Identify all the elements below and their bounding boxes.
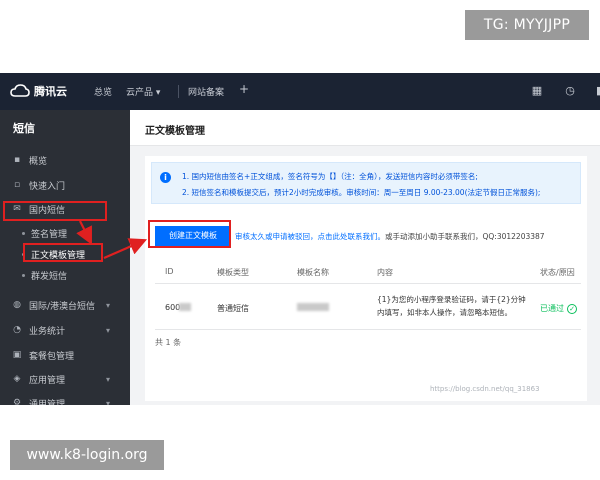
column-header-content: 内容 <box>377 268 393 277</box>
sidebar-item-packages[interactable]: ▣ 套餐包管理 <box>0 343 130 367</box>
chevron-down-icon: ▾ <box>105 374 110 384</box>
book-icon: ▫ <box>13 180 21 190</box>
notice-line-2: 2. 短信签名和模板提交后，预计2小时完成审核。审核时间：周一至周日 9.00-… <box>182 188 541 197</box>
source-watermark: https://blog.csdn.net/qq_31863 <box>430 385 540 393</box>
column-header-status: 状态/原因 <box>540 268 575 277</box>
settings-icon: ⚙ <box>12 398 22 405</box>
sidebar-item-label: 国际/港澳台短信 <box>29 301 96 312</box>
sidebar-item-label: 通用管理 <box>29 399 66 406</box>
sidebar-item-label: 快速入门 <box>29 181 66 192</box>
bullet-icon <box>22 231 25 235</box>
sidebar-item-intl-sms[interactable]: ◍ 国际/港澳台短信 ▾ <box>0 293 130 317</box>
edge-icon[interactable]: ▮ <box>592 84 600 98</box>
redacted-id <box>179 303 191 311</box>
cell-id: 600 <box>165 303 181 312</box>
status-text: 已通过 <box>540 304 564 313</box>
column-header-id: ID <box>165 267 174 276</box>
support-hint: 审核太久或申请被驳回，点击此处联系我们。或手动添加小助手联系我们，QQ:3012… <box>235 231 545 242</box>
redacted-name <box>297 303 329 311</box>
chevron-down-icon: ▾ <box>105 398 110 406</box>
template-card: i 1. 国内短信由签名+正文组成，签名符号为【】（注：全角），发送短信内容时必… <box>145 156 587 401</box>
top-navigation-bar: 腾讯云 总览 云产品 ▾ 网站备案 + ▦ ◷ ▮ <box>0 73 600 110</box>
highlight-domestic-sms <box>3 201 107 221</box>
sidebar-item-label: 业务统计 <box>29 326 66 337</box>
nav-divider <box>178 85 179 98</box>
sidebar-sub-label: 群发短信 <box>31 271 68 282</box>
clock-icon[interactable]: ◷ <box>563 84 577 98</box>
sidebar-title: 短信 <box>13 122 35 135</box>
qrcode-icon[interactable]: ▦ <box>530 84 544 98</box>
sidebar-sub-signature[interactable]: 签名管理 <box>0 223 130 243</box>
nav-products[interactable]: 云产品 ▾ <box>126 85 160 98</box>
column-header-type: 模板类型 <box>217 268 249 277</box>
chevron-down-icon: ▾ <box>105 300 110 310</box>
chevron-down-icon: ▾ <box>105 325 110 335</box>
column-header-name: 模板名称 <box>297 268 329 277</box>
sidebar-sub-bulk-sms[interactable]: 群发短信 <box>0 265 130 285</box>
console-screenshot: 腾讯云 总览 云产品 ▾ 网站备案 + ▦ ◷ ▮ 短信 ▪ 概览 ▫ 快速入门… <box>0 73 600 405</box>
content-header: 正文模板管理 <box>130 110 600 146</box>
cell-content-line-1: {1}为您的小程序登录验证码，请于{2}分钟 <box>377 295 526 304</box>
chart-icon: ◔ <box>13 325 21 335</box>
cloud-logo-icon <box>10 84 30 97</box>
contact-us-link[interactable]: 审核太久或申请被驳回，点击此处联系我们。 <box>235 232 385 241</box>
sidebar-item-quickstart[interactable]: ▫ 快速入门 <box>0 173 130 197</box>
bullet-icon <box>22 273 25 277</box>
layers-icon: ◈ <box>13 374 21 384</box>
highlight-create-button <box>148 220 231 248</box>
nav-overview[interactable]: 总览 <box>94 85 112 98</box>
table-row[interactable]: 600 普通短信 {1}为您的小程序登录验证码，请于{2}分钟 内填写，如非本人… <box>155 284 581 330</box>
sidebar-item-label: 应用管理 <box>29 375 66 386</box>
cell-type: 普通短信 <box>217 304 249 313</box>
table-header: ID 模板类型 模板名称 内容 状态/原因 <box>155 260 581 284</box>
grid-icon: ▪ <box>13 155 21 165</box>
watermark-top: TG: MYYJJPP <box>465 10 589 40</box>
package-icon: ▣ <box>12 350 22 360</box>
total-count: 共 1 条 <box>155 338 182 347</box>
highlight-template-management <box>23 243 103 262</box>
sidebar-sub-label: 签名管理 <box>31 229 68 240</box>
sidebar-item-label: 概览 <box>29 156 48 167</box>
brand-logo[interactable]: 腾讯云 <box>10 83 67 99</box>
sidebar-item-general[interactable]: ⚙ 通用管理 ▾ <box>0 391 130 405</box>
page-title: 正文模板管理 <box>145 126 205 137</box>
status-badge: 已通过 ✓ <box>540 303 577 314</box>
sidebar-item-statistics[interactable]: ◔ 业务统计 ▾ <box>0 318 130 342</box>
sidebar-item-applications[interactable]: ◈ 应用管理 ▾ <box>0 367 130 391</box>
sidebar-item-label: 套餐包管理 <box>29 351 75 362</box>
check-circle-icon: ✓ <box>567 303 577 314</box>
notice-line-1: 1. 国内短信由签名+正文组成，签名符号为【】（注：全角），发送短信内容时必须带… <box>182 172 478 181</box>
watermark-bottom: www.k8-login.org <box>10 440 164 470</box>
nav-add[interactable]: + <box>239 82 249 96</box>
cell-content-line-2: 内填写，如非本人操作，请忽略本短信。 <box>377 308 512 317</box>
sidebar-item-overview[interactable]: ▪ 概览 <box>0 148 130 172</box>
brand-name: 腾讯云 <box>34 85 67 98</box>
notice-banner: i 1. 国内短信由签名+正文组成，签名符号为【】（注：全角），发送短信内容时必… <box>151 162 581 204</box>
nav-icp-filing[interactable]: 网站备案 <box>188 85 224 98</box>
info-icon: i <box>160 172 171 183</box>
globe-icon: ◍ <box>13 300 21 310</box>
support-hint-text: 或手动添加小助手联系我们，QQ:3012203387 <box>385 232 545 241</box>
